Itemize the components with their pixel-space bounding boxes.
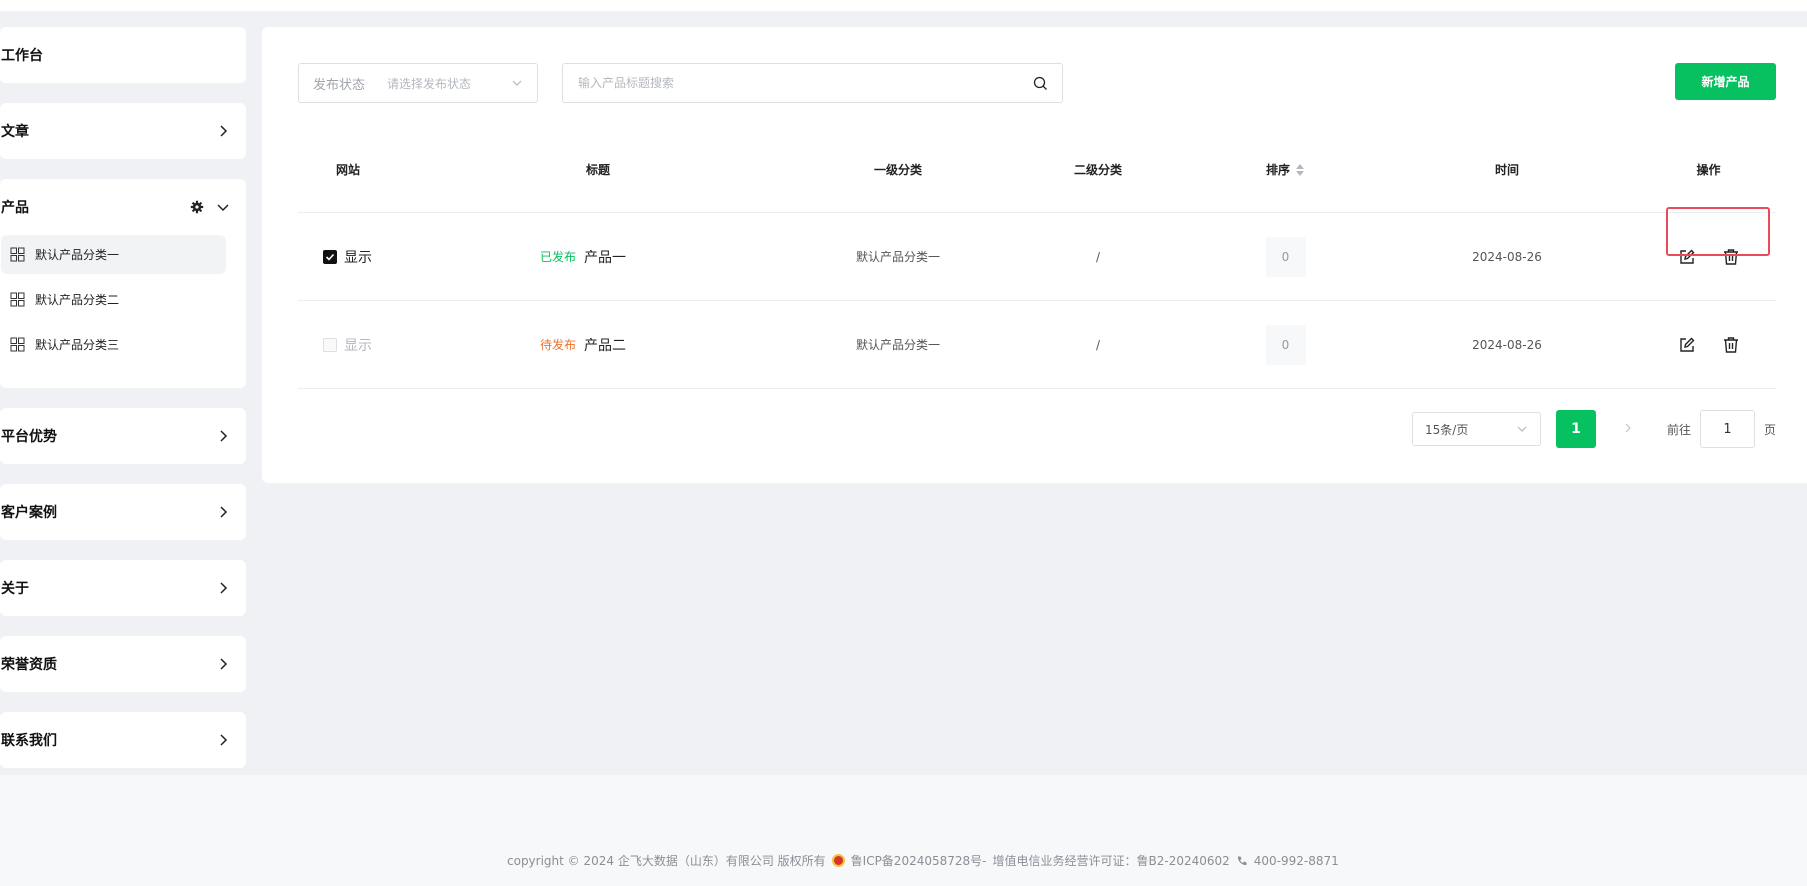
cell-time: 2024-08-26 bbox=[1472, 249, 1542, 264]
footer-phone: 400-992-8871 bbox=[1253, 853, 1339, 868]
status-select[interactable]: 发布状态 请选择发布状态 bbox=[298, 63, 538, 103]
checkbox-label: 显示 bbox=[344, 249, 372, 266]
table-row: 显示 已发布 产品一 默认产品分类一 / 0 2024-08-26 bbox=[298, 213, 1776, 301]
add-product-button[interactable]: 新增产品 bbox=[1675, 63, 1776, 100]
sidebar-subitem-category-2[interactable]: 默认产品分类二 bbox=[1, 280, 226, 319]
cell-cat1: 默认产品分类一 bbox=[855, 338, 940, 352]
checkbox-label: 显示 bbox=[344, 337, 372, 354]
main-panel: 发布状态 请选择发布状态 新增产品 网站 标题 一级分类 二级分类 排序 时间 … bbox=[262, 27, 1807, 483]
footer-icp-link[interactable]: 鲁ICP备2024058728号- bbox=[851, 852, 987, 869]
menu-title: 工作台 bbox=[1, 48, 43, 64]
subitem-label: 默认产品分类三 bbox=[35, 338, 120, 352]
status-badge: 待发布 bbox=[539, 338, 576, 352]
status-select-placeholder: 请选择发布状态 bbox=[387, 76, 472, 91]
site-visible-checkbox[interactable]: 显示 bbox=[298, 247, 398, 267]
search-input[interactable] bbox=[578, 76, 1033, 90]
menu-card-articles[interactable]: 文章 bbox=[0, 103, 246, 159]
footer-copyright: copyright © 2024 企飞大数据（山东）有限公司 版权所有 bbox=[507, 854, 826, 868]
col-header-sort[interactable]: 排序 bbox=[1198, 161, 1373, 178]
chevron-right-icon bbox=[220, 125, 228, 137]
page-size-select[interactable]: 15条/页 bbox=[1412, 412, 1541, 446]
chevron-right-icon bbox=[220, 658, 228, 670]
delete-icon[interactable] bbox=[1722, 248, 1740, 266]
footer-license: 增值电信业务经营许可证：鲁B2-20240602 bbox=[992, 854, 1230, 868]
product-table: 网站 标题 一级分类 二级分类 排序 时间 操作 显示 已发布 产品一 默认产品… bbox=[298, 127, 1776, 389]
sort-input[interactable]: 0 bbox=[1265, 324, 1306, 365]
sidebar-subitem-category-3[interactable]: 默认产品分类三 bbox=[1, 325, 226, 364]
police-badge-icon bbox=[831, 854, 845, 867]
menu-card-advantages[interactable]: 平台优势 bbox=[0, 408, 246, 464]
cell-cat1: 默认产品分类一 bbox=[855, 250, 940, 264]
footer: copyright © 2024 企飞大数据（山东）有限公司 版权所有 鲁ICP… bbox=[0, 775, 1807, 886]
col-header-actions: 操作 bbox=[1696, 163, 1721, 177]
checkbox-checked-icon bbox=[323, 249, 337, 264]
status-badge: 已发布 bbox=[539, 250, 576, 264]
search-box bbox=[562, 63, 1063, 103]
status-select-label: 发布状态 bbox=[313, 77, 366, 93]
menu-card-products[interactable]: 产品 默认产品分类一 默认产品分类二 默认产品分类三 bbox=[0, 179, 246, 388]
goto-page-input[interactable] bbox=[1700, 410, 1755, 448]
page-size-value: 15条/页 bbox=[1425, 422, 1469, 437]
col-header-site: 网站 bbox=[335, 163, 360, 177]
chevron-down-icon[interactable] bbox=[216, 200, 230, 214]
checkbox-unchecked-icon bbox=[323, 337, 337, 352]
chevron-right-icon bbox=[1625, 423, 1631, 433]
menu-card-cases[interactable]: 客户案例 bbox=[0, 484, 246, 540]
next-page-button[interactable] bbox=[1618, 418, 1638, 438]
page-button-current[interactable]: 1 bbox=[1556, 410, 1596, 448]
menu-title: 关于 bbox=[1, 581, 29, 597]
chevron-down-icon bbox=[512, 80, 522, 86]
sort-icon[interactable] bbox=[1295, 163, 1305, 177]
search-icon[interactable] bbox=[1033, 76, 1048, 91]
footer-text: copyright © 2024 企飞大数据（山东）有限公司 版权所有 鲁ICP… bbox=[507, 852, 1339, 869]
chevron-right-icon bbox=[220, 582, 228, 594]
col-header-cat2: 二级分类 bbox=[1073, 163, 1122, 177]
edit-icon[interactable] bbox=[1678, 248, 1696, 266]
delete-icon[interactable] bbox=[1722, 336, 1740, 354]
menu-title: 文章 bbox=[1, 124, 29, 140]
col-header-cat1: 一级分类 bbox=[873, 163, 922, 177]
subitem-label: 默认产品分类一 bbox=[35, 248, 120, 262]
table-row: 显示 待发布 产品二 默认产品分类一 / 0 2024-08-26 bbox=[298, 301, 1776, 389]
menu-card-contact[interactable]: 联系我们 bbox=[0, 712, 246, 768]
goto-suffix: 页 bbox=[1764, 423, 1777, 437]
chevron-right-icon bbox=[220, 734, 228, 746]
phone-icon bbox=[1237, 856, 1247, 865]
menu-title: 荣誉资质 bbox=[1, 657, 57, 673]
grid-icon bbox=[10, 292, 25, 307]
site-visible-checkbox[interactable]: 显示 bbox=[298, 335, 398, 355]
sidebar: 工作台 文章 产品 默认产品分类一 默认产品分类二 默认产品分类三 平台优势 客… bbox=[0, 27, 246, 788]
grid-icon bbox=[10, 337, 25, 352]
col-header-time: 时间 bbox=[1494, 163, 1519, 177]
menu-card-workbench[interactable]: 工作台 bbox=[0, 27, 246, 83]
menu-card-about[interactable]: 关于 bbox=[0, 560, 246, 616]
product-title: 产品一 bbox=[584, 249, 626, 266]
table-header: 网站 标题 一级分类 二级分类 排序 时间 操作 bbox=[298, 127, 1776, 213]
grid-icon bbox=[10, 247, 25, 262]
col-header-sort-label: 排序 bbox=[1265, 163, 1290, 177]
gear-icon[interactable] bbox=[190, 200, 204, 214]
chevron-down-icon bbox=[1517, 426, 1527, 432]
subitem-label: 默认产品分类二 bbox=[35, 293, 120, 307]
chevron-right-icon bbox=[220, 430, 228, 442]
menu-title: 产品 bbox=[1, 200, 29, 216]
cell-time: 2024-08-26 bbox=[1472, 337, 1542, 352]
menu-title: 联系我们 bbox=[1, 733, 57, 749]
edit-icon[interactable] bbox=[1678, 336, 1696, 354]
pagination: 15条/页 1 前往 页 bbox=[262, 410, 1807, 450]
menu-title: 平台优势 bbox=[1, 429, 57, 445]
cell-cat2: / bbox=[1095, 337, 1101, 352]
sort-input[interactable]: 0 bbox=[1265, 236, 1306, 277]
goto-label: 前往 bbox=[1667, 423, 1692, 437]
col-header-title: 标题 bbox=[585, 163, 610, 177]
cell-cat2: / bbox=[1095, 249, 1101, 264]
top-strip bbox=[0, 0, 1807, 11]
sidebar-subitem-category-1[interactable]: 默认产品分类一 bbox=[1, 235, 226, 274]
menu-title: 客户案例 bbox=[1, 505, 57, 521]
product-title: 产品二 bbox=[584, 337, 626, 354]
menu-card-honors[interactable]: 荣誉资质 bbox=[0, 636, 246, 692]
chevron-right-icon bbox=[220, 506, 228, 518]
